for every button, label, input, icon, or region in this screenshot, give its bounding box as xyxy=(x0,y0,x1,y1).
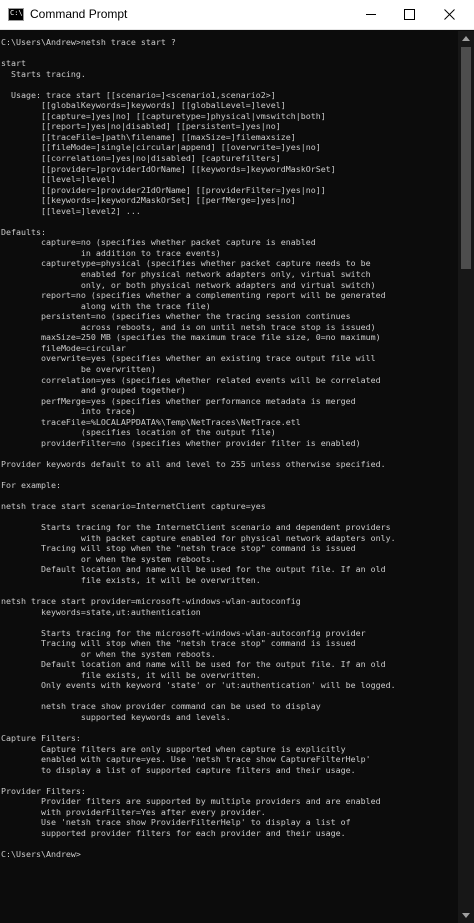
vertical-scrollbar[interactable] xyxy=(458,31,474,923)
minimize-button[interactable] xyxy=(352,0,390,29)
command-prompt-window: C:\ Command Prompt C:\Users\Andrew>netsh… xyxy=(0,0,474,923)
scrollbar-thumb[interactable] xyxy=(461,47,471,269)
maximize-button[interactable] xyxy=(390,0,428,29)
console-text: C:\Users\Andrew>netsh trace start ? star… xyxy=(1,37,396,860)
title-bar[interactable]: C:\ Command Prompt xyxy=(0,0,474,30)
app-icon-text: C:\ xyxy=(10,9,23,17)
app-icon[interactable]: C:\ xyxy=(8,8,24,21)
maximize-icon xyxy=(403,9,415,20)
minimize-icon xyxy=(365,14,376,15)
scroll-down-arrow-icon[interactable] xyxy=(462,913,470,918)
close-button[interactable] xyxy=(430,0,468,29)
scroll-up-arrow-icon[interactable] xyxy=(462,36,470,41)
close-icon xyxy=(443,9,455,20)
console-output[interactable]: C:\Users\Andrew>netsh trace start ? star… xyxy=(0,31,458,923)
window-title: Command Prompt xyxy=(30,7,128,21)
